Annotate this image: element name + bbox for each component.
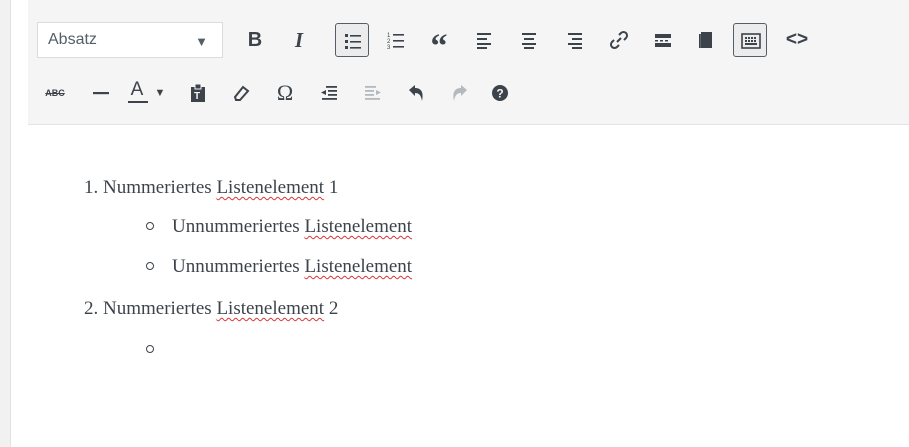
bold-icon: B	[247, 28, 263, 51]
italic-button[interactable]: I	[282, 23, 316, 57]
svg-text:T: T	[194, 91, 200, 102]
fullscreen-button[interactable]	[689, 23, 723, 57]
svg-text:?: ?	[496, 87, 503, 101]
text-color-button[interactable]: A	[120, 76, 154, 110]
misspelled-word: Listenelement	[304, 256, 413, 277]
horizontal-rule-icon	[93, 92, 109, 95]
toolbar-toggle-button[interactable]	[733, 23, 767, 57]
blockquote-button[interactable]: “	[422, 23, 456, 65]
chevron-down-icon: ▼	[154, 87, 166, 99]
clear-formatting-icon	[233, 85, 250, 101]
keyboard-shortcuts-button[interactable]: ?	[483, 76, 517, 110]
bullet-list-item-empty[interactable]	[146, 337, 172, 363]
align-left-button[interactable]	[468, 23, 502, 57]
read-more-icon	[655, 34, 671, 47]
bullet-list-item[interactable]: Unnummeriertes Listenelement	[146, 254, 412, 280]
bulleted-list-icon	[345, 34, 361, 49]
misspelled-word: Listenelement	[304, 216, 413, 237]
toolbar-toggle-icon	[741, 33, 761, 49]
link-icon	[609, 30, 629, 50]
misspelled-word: Listenelement	[216, 177, 325, 198]
text-color-swatch	[128, 101, 148, 103]
undo-button[interactable]	[400, 76, 434, 110]
clear-formatting-button[interactable]	[224, 76, 258, 110]
code-icon: <>	[785, 29, 809, 50]
indent-button[interactable]	[356, 76, 390, 110]
list-item-text: Unnummeriertes	[172, 216, 305, 237]
outdent-icon	[321, 86, 337, 100]
list-item-text: Unnummeriertes	[172, 256, 305, 277]
fullscreen-icon	[699, 32, 712, 48]
italic-icon: I	[294, 27, 304, 52]
strikethrough-icon: ABC	[45, 88, 65, 98]
align-right-button[interactable]	[557, 23, 591, 57]
redo-button[interactable]	[442, 76, 476, 110]
align-center-icon	[522, 33, 536, 49]
classic-editor: Absatz ▼ B I 1 2 3 “ <> ABC A ▼ T Ω ? 1.…	[28, 0, 909, 447]
bullet-marker	[146, 344, 154, 353]
bold-button[interactable]: B	[238, 23, 272, 57]
ordered-list-item[interactable]: 2. Nummeriertes Listenelement 2	[84, 296, 338, 322]
numbered-list-icon: 1 2 3	[387, 33, 404, 50]
text-color-dropdown[interactable]: ▼	[152, 76, 168, 110]
chevron-down-icon: ▼	[195, 34, 208, 49]
read-more-button[interactable]	[646, 23, 680, 57]
ordered-list-item[interactable]: 1. Nummeriertes Listenelement 1	[84, 175, 338, 201]
align-center-button[interactable]	[512, 23, 546, 57]
paragraph-format-select[interactable]: Absatz ▼	[37, 22, 223, 58]
blockquote-icon: “	[430, 28, 448, 65]
paste-as-text-button[interactable]: T	[181, 76, 215, 110]
list-number: 2.	[84, 298, 99, 319]
list-item-text-end: 1	[324, 177, 339, 198]
redo-icon	[453, 85, 467, 101]
outdent-button[interactable]	[312, 76, 346, 110]
misspelled-word: Listenelement	[216, 298, 325, 319]
list-item-text-end: 2	[324, 298, 339, 319]
format-select-value: Absatz	[48, 31, 97, 48]
editor-left-gutter	[0, 0, 11, 447]
bullet-marker	[146, 261, 154, 270]
horizontal-rule-button[interactable]	[84, 76, 118, 110]
code-button[interactable]: <>	[780, 23, 814, 57]
list-item-text: Nummeriertes	[103, 298, 217, 319]
insert-link-button[interactable]	[602, 23, 636, 57]
align-left-icon	[477, 33, 491, 49]
list-item-text: Nummeriertes	[103, 177, 217, 198]
special-character-button[interactable]: Ω	[268, 76, 302, 110]
paste-text-icon: T	[191, 83, 205, 102]
bulleted-list-button[interactable]	[335, 23, 369, 57]
strikethrough-button[interactable]: ABC	[38, 76, 72, 110]
bullet-marker	[146, 221, 154, 230]
align-right-icon	[568, 33, 582, 49]
svg-text:3: 3	[387, 45, 391, 50]
numbered-list-button[interactable]: 1 2 3	[379, 23, 413, 57]
bullet-list-item[interactable]: Unnummeriertes Listenelement	[146, 214, 412, 240]
help-icon: ?	[492, 85, 508, 101]
special-character-icon: Ω	[276, 80, 294, 105]
undo-icon	[409, 85, 423, 101]
indent-icon	[365, 86, 381, 100]
list-number: 1.	[84, 177, 99, 198]
editor-toolbar: Absatz ▼ B I 1 2 3 “ <> ABC A ▼ T Ω ?	[28, 0, 909, 125]
text-color-icon: A	[130, 79, 144, 100]
